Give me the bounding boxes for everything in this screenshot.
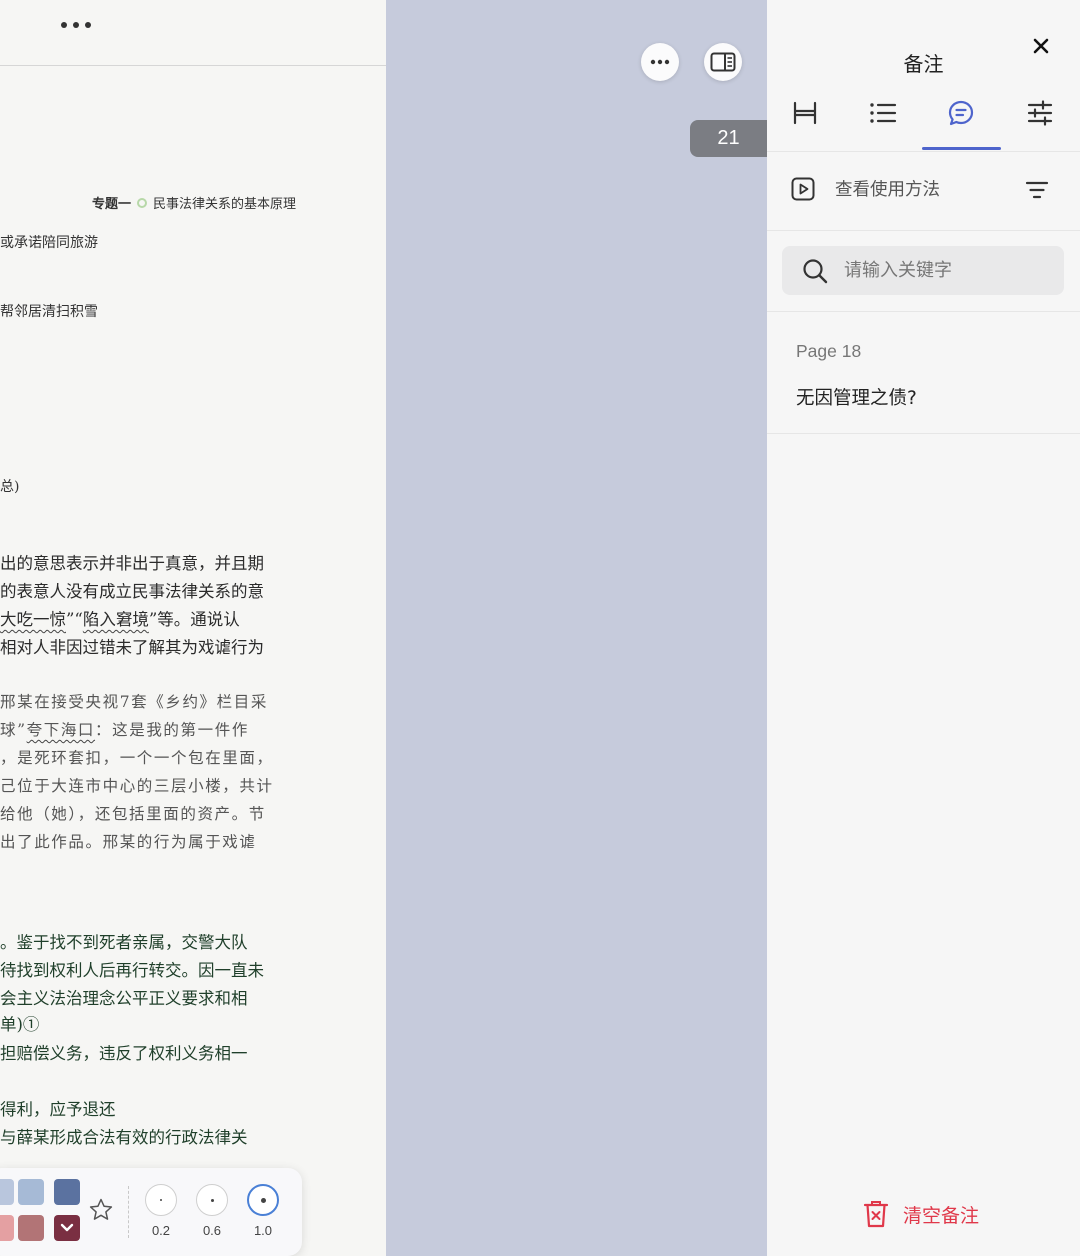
bookmark-icon: [793, 101, 817, 125]
text-line: 大吃一惊”“陷入窘境”等。通说认: [0, 610, 240, 629]
dot-icon: [85, 22, 91, 28]
clear-notes-button[interactable]: 清空备注: [863, 1200, 979, 1228]
ellipsis-icon: [650, 59, 670, 65]
close-icon[interactable]: [1029, 34, 1053, 58]
color-swatch[interactable]: [0, 1215, 14, 1241]
notes-panel: 备注 查看使用方法 请输入关键字 Page 18 无因管理之债? 清空备注: [767, 0, 1080, 1256]
more-options-button[interactable]: [56, 14, 96, 36]
text-line: 与薛某形成合法有效的行政法律关: [0, 1128, 248, 1147]
color-swatch-selected[interactable]: [54, 1215, 80, 1241]
dot-icon: [260, 1197, 266, 1203]
text-line: 邢某在接受央视7套《乡约》栏目采: [0, 693, 268, 711]
color-swatch[interactable]: [18, 1179, 44, 1205]
chevron-down-icon: [60, 1223, 74, 1232]
text-line: 总): [0, 479, 20, 495]
page-number-badge: 21: [690, 120, 767, 157]
text-line: 待找到权利人后再行转交。因一直未: [0, 961, 264, 980]
tab-notes[interactable]: [926, 96, 996, 130]
color-swatch[interactable]: [0, 1179, 14, 1205]
underlined-phrase[interactable]: 夸下海口: [27, 721, 95, 739]
document-page[interactable]: 专题一 民事法律关系的基本原理 或承诺陪同旅游 帮邻居清扫积雪 总) 出的意思表…: [0, 0, 386, 1256]
trash-icon: [863, 1201, 889, 1228]
annotation-toolbar: 0.2 0.6 1.0: [0, 1168, 302, 1256]
header-section: 专题一: [91, 197, 131, 212]
search-box[interactable]: [782, 246, 1064, 295]
document-top-bar: [0, 0, 386, 66]
search-icon: [803, 258, 828, 283]
text-line: 出的意思表示并非出于真意，并且期: [0, 554, 264, 573]
divider: [767, 230, 1080, 231]
underlined-phrase[interactable]: 大吃一惊: [0, 610, 66, 629]
text-line: 给他（她），还包括里面的资产。节: [0, 805, 266, 823]
dot-icon: [160, 1199, 162, 1201]
note-list-item[interactable]: Page 18 无因管理之债?: [767, 312, 1080, 434]
tab-bookmarks[interactable]: [770, 96, 840, 130]
text-line: 。鉴于找不到死者亲属，交警大队: [0, 933, 248, 952]
text-line: 出了此作品。邢某的行为属于戏谑: [0, 833, 257, 851]
text-line: 球”夸下海口：这是我的第一件作: [0, 721, 249, 739]
tab-settings[interactable]: [1005, 96, 1075, 130]
tab-table-of-contents[interactable]: [848, 96, 918, 130]
stroke-width-option-selected[interactable]: 1.0: [243, 1184, 283, 1238]
text-line: 或承诺陪同旅游: [0, 235, 98, 251]
how-to-use-link[interactable]: 查看使用方法: [791, 176, 940, 201]
dot-icon: [61, 22, 67, 28]
active-tab-indicator: [922, 147, 1001, 150]
play-video-icon: [791, 177, 815, 200]
underlined-phrase[interactable]: 陷入窘境: [83, 610, 149, 629]
stroke-width-option[interactable]: 0.6: [192, 1184, 232, 1238]
more-options-button[interactable]: [641, 43, 679, 81]
notes-icon: [948, 100, 974, 126]
star-icon[interactable]: [88, 1197, 114, 1223]
filter-icon[interactable]: [1025, 180, 1049, 200]
color-swatch[interactable]: [54, 1179, 80, 1205]
toggle-sidebar-button[interactable]: [704, 43, 742, 81]
text-line: 单)①: [0, 1015, 40, 1034]
settings-sliders-icon: [1027, 100, 1053, 126]
note-text: 无因管理之债?: [796, 388, 917, 409]
text-line: 会主义法治理念公平正义要求和相: [0, 989, 248, 1008]
dot-icon: [210, 1198, 214, 1202]
text-line: 己位于大连市中心的三层小楼，共计: [0, 777, 274, 795]
header-title: 民事法律关系的基本原理: [152, 197, 296, 212]
page-gutter: 21: [386, 0, 767, 1256]
divider: [767, 151, 1080, 152]
text-line: 得利，应予退还: [0, 1100, 116, 1119]
text-line: 相对人非因过错未了解其为戏谑行为: [0, 638, 264, 657]
color-swatch[interactable]: [18, 1215, 44, 1241]
toc-list-icon: [870, 103, 897, 123]
search-input[interactable]: [844, 260, 1044, 281]
circle-bullet-icon: [136, 197, 147, 208]
text-line: ，是死环套扣，一个一个包在里面，: [0, 749, 274, 767]
sidebar-panel-icon: [710, 52, 736, 72]
text-line: 帮邻居清扫积雪: [0, 304, 98, 320]
note-page-label: Page 18: [796, 341, 862, 361]
text-line: 担赔偿义务，违反了权利义务相一: [0, 1044, 248, 1063]
running-header: 专题一 民事法律关系的基本原理: [92, 193, 296, 212]
text-line: 的表意人没有成立民事法律关系的意: [0, 582, 264, 601]
toolbar-divider: [128, 1186, 129, 1238]
dot-icon: [73, 22, 79, 28]
stroke-width-option[interactable]: 0.2: [141, 1184, 181, 1238]
